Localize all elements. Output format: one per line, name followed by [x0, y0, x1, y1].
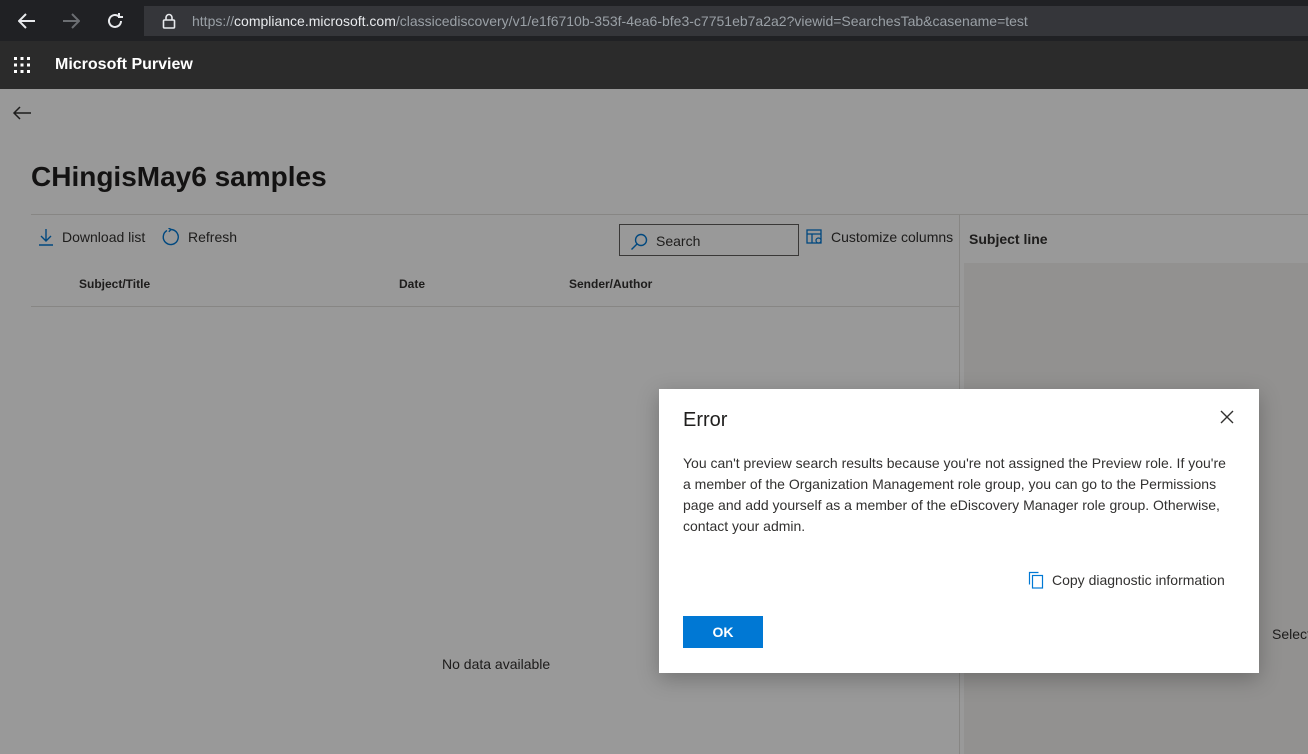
dialog-title: Error: [683, 409, 728, 431]
copy-icon: [1028, 571, 1044, 589]
copy-diagnostic-button[interactable]: Copy diagnostic information: [1028, 571, 1225, 589]
app-title[interactable]: Microsoft Purview: [55, 56, 193, 74]
address-bar[interactable]: https://compliance.microsoft.com/classic…: [144, 6, 1308, 36]
close-icon[interactable]: [1219, 409, 1237, 427]
dialog-message: You can't preview search results because…: [683, 455, 1226, 534]
copy-diagnostic-label: Copy diagnostic information: [1052, 572, 1225, 588]
app-header: Microsoft Purview: [0, 41, 1308, 89]
lock-icon[interactable]: [162, 13, 176, 34]
url-text[interactable]: https://compliance.microsoft.com/classic…: [192, 13, 1028, 29]
error-dialog: Error You can't preview search results b…: [659, 389, 1259, 673]
browser-toolbar: https://compliance.microsoft.com/classic…: [0, 0, 1308, 41]
browser-forward-icon[interactable]: [58, 8, 84, 34]
app-launcher-icon[interactable]: [14, 57, 30, 73]
ok-button[interactable]: OK: [683, 616, 763, 648]
browser-reload-icon[interactable]: [102, 8, 128, 34]
browser-back-icon[interactable]: [14, 8, 40, 34]
